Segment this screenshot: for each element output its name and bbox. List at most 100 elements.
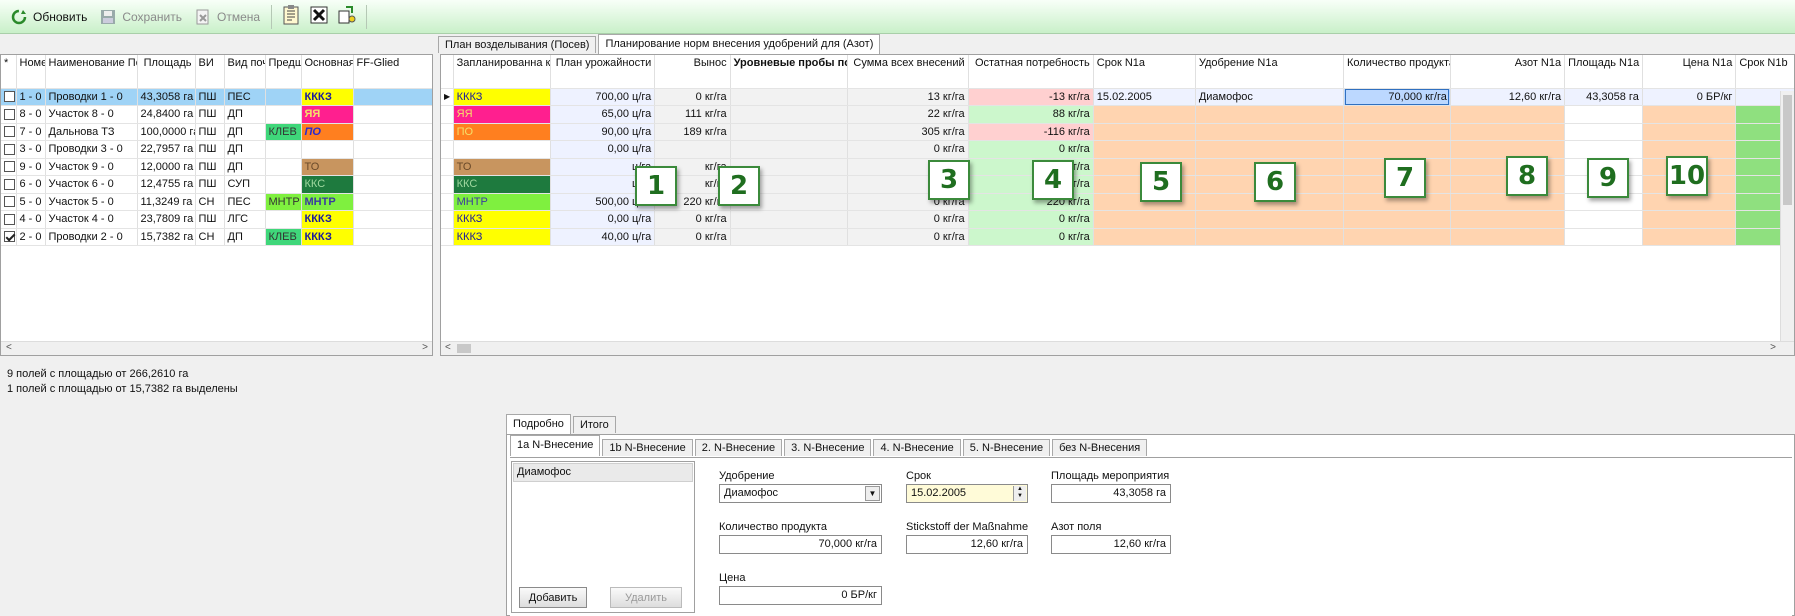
fields-grid-horizontal-scrollbar[interactable]: < > [1, 341, 432, 355]
delete-button[interactable]: Удалить [610, 587, 682, 608]
fertilizer-grid-horizontal-scrollbar[interactable]: < > [441, 341, 1794, 355]
fertilizer-row[interactable]: КККЗ 0,00 ц/га 0 кг/га 0 кг/га 0 кг/га [441, 210, 1794, 229]
fertilizer-col-header[interactable]: Азот N1a [1450, 55, 1566, 89]
field-row[interactable]: 2 - 0 Проводки 2 - 0 15,7382 га СН ДП КЛЕВ ККК… [1, 228, 432, 246]
field-select-cell[interactable] [1, 228, 17, 246]
field-checkbox[interactable] [4, 143, 15, 155]
field-row[interactable]: 7 - 0 Дальнова ТЗ 100,0000 га ПШ ДП КЛЕВ ПО [1, 123, 432, 141]
field-row[interactable]: 8 - 0 Участок 8 - 0 24,8400 га ПШ ДП ЯЯ [1, 105, 432, 124]
fertilizer-col-header[interactable]: Срок N1a [1093, 55, 1196, 89]
fertilizer-col-header[interactable]: Остатная потребность [968, 55, 1094, 89]
fertilizer-n1a[interactable]: Диамофос [1195, 88, 1345, 106]
fertilizer-n1a[interactable] [1195, 123, 1345, 141]
product-qty-n1a[interactable] [1343, 123, 1451, 141]
product-qty-n1a[interactable] [1343, 228, 1451, 246]
horizontal-scroll-thumb[interactable] [457, 344, 471, 353]
fertilizer-n1a[interactable] [1195, 228, 1345, 246]
fertilizer-col-header[interactable]: Удобрение N1a [1195, 55, 1345, 89]
fertilizer-col-header[interactable]: Вынос [654, 55, 731, 89]
date-spinner[interactable]: ▲ ▼ [1013, 486, 1026, 501]
scroll-right-icon[interactable]: > [422, 342, 428, 353]
fertilizer-row[interactable]: ЯЯ 65,00 ц/га 111 кг/га 22 кг/га 88 кг/га [441, 105, 1794, 124]
fertilizer-col-header[interactable]: Срок N1b [1735, 55, 1794, 89]
nitrogen-n1a[interactable] [1450, 228, 1566, 246]
area-n1a[interactable] [1564, 228, 1643, 246]
fertilizer-row[interactable]: КККЗ 40,00 ц/га 0 кг/га 0 кг/га 0 кг/га [441, 228, 1794, 246]
field-checkbox[interactable] [4, 91, 15, 103]
date-n1a[interactable] [1093, 210, 1196, 229]
fertilizer-row[interactable]: ПО 90,00 ц/га 189 кг/га 305 кг/га -116 кг/га [441, 123, 1794, 141]
fertilizer-col-header[interactable]: Количество продукта N1a [1343, 55, 1451, 89]
fertilizer-col-header[interactable]: Уровневые пробы по азоту [730, 55, 849, 89]
scroll-left-icon[interactable]: < [6, 342, 12, 353]
nitrogen-n1a[interactable]: 12,60 кг/га [1450, 88, 1566, 106]
field-checkbox[interactable] [4, 231, 15, 243]
fields-col-header[interactable]: Основная культура [301, 55, 354, 89]
tab-application-7[interactable]: без N-Внесения [1052, 439, 1148, 456]
fields-col-header[interactable]: Предш [265, 55, 302, 89]
fertilizer-col-header[interactable]: Цена N1a [1642, 55, 1737, 89]
save-button[interactable]: Сохранить [93, 4, 188, 30]
tab-application-6[interactable]: 5. N-Внесение [962, 439, 1051, 456]
field-row[interactable]: 4 - 0 Участок 4 - 0 23,7809 га ПШ ЛГС КККЗ [1, 210, 432, 229]
scroll-right-icon[interactable]: > [1770, 342, 1776, 353]
price-n1a[interactable] [1642, 228, 1737, 246]
nitrogen-n1a[interactable] [1450, 123, 1566, 141]
field-checkbox[interactable] [4, 108, 15, 120]
date-n1a[interactable] [1093, 105, 1196, 124]
fertilizer-n1a[interactable] [1195, 105, 1345, 124]
tab-totals[interactable]: Итого [572, 416, 616, 433]
excel-export-button[interactable] [305, 4, 333, 30]
fertilizer-list-item[interactable]: Диамофос [513, 463, 693, 482]
nitrogen-n1a[interactable] [1450, 105, 1566, 124]
field-checkbox[interactable] [4, 196, 15, 208]
fertilizer-n1a[interactable] [1195, 140, 1345, 159]
area-n1a[interactable]: 43,3058 га [1564, 88, 1643, 106]
product-qty-n1a[interactable] [1343, 210, 1451, 229]
chevron-down-icon[interactable]: ▼ [865, 486, 880, 501]
field-checkbox[interactable] [4, 126, 15, 138]
add-button[interactable]: Добавить [519, 587, 587, 608]
field-checkbox[interactable] [4, 161, 15, 173]
area-n1a[interactable] [1564, 105, 1643, 124]
price-n1a[interactable]: 0 БР/кг [1642, 88, 1737, 106]
field-select-cell[interactable] [1, 210, 17, 229]
event-area-field[interactable]: 43,3058 га [1051, 484, 1171, 503]
fertilizer-n1a[interactable] [1195, 210, 1345, 229]
area-n1a[interactable] [1564, 123, 1643, 141]
tab-crop-plan[interactable]: План возделывания (Посев) [438, 36, 597, 53]
fertilizer-col-header[interactable]: План урожайности [550, 55, 656, 89]
scroll-left-icon[interactable]: < [445, 342, 451, 353]
fertilizer-select[interactable]: Диамофос ▼ [719, 484, 882, 503]
refresh-button[interactable]: Обновить [4, 4, 93, 30]
nitrogen-n1a[interactable] [1450, 210, 1566, 229]
field-select-cell[interactable] [1, 105, 17, 124]
field-select-cell[interactable] [1, 158, 17, 176]
field-select-cell[interactable] [1, 175, 17, 194]
fields-col-header[interactable]: Вид почвы [224, 55, 266, 89]
product-qty-n1a[interactable] [1343, 105, 1451, 124]
fertilizer-col-header[interactable]: Площадь N1a [1564, 55, 1643, 89]
report-button[interactable] [277, 4, 305, 30]
product-qty-n1a[interactable]: 70,000 кг/га [1343, 88, 1451, 106]
field-row[interactable]: 6 - 0 Участок 6 - 0 12,4755 га ПШ СУП ККС [1, 175, 432, 194]
settings-button[interactable] [333, 4, 361, 30]
field-row[interactable]: 1 - 0 Проводки 1 - 0 43,3058 га ПШ ПЕС КККЗ [1, 88, 432, 106]
product-qty-field[interactable]: 70,000 кг/га [719, 535, 882, 554]
field-checkbox[interactable] [4, 213, 15, 225]
field-nitrogen-field[interactable]: 12,60 кг/га [1051, 535, 1171, 554]
date-n1a[interactable] [1093, 123, 1196, 141]
price-n1a[interactable] [1642, 123, 1737, 141]
tab-application-1[interactable]: 1a N-Внесение [510, 435, 601, 456]
tab-fertilizer-planning[interactable]: Планирование норм внесения удобрений для… [598, 34, 881, 55]
date-field[interactable]: 15.02.2005 ▲ ▼ [906, 484, 1028, 503]
tab-details[interactable]: Подробно [506, 414, 571, 435]
fields-col-header[interactable]: * [1, 55, 17, 89]
fertilizer-col-header[interactable]: Сумма всех внесений [847, 55, 969, 89]
field-row[interactable]: 3 - 0 Проводки 3 - 0 22,7957 га ПШ ДП [1, 140, 432, 159]
fields-col-header[interactable]: ВИ [195, 55, 225, 89]
fertilizer-row[interactable]: ▶ КККЗ 700,00 ц/га 0 кг/га 13 кг/га -13 кг/га… [441, 88, 1794, 106]
fields-col-header[interactable]: Площадь [137, 55, 196, 89]
tab-application-5[interactable]: 4. N-Внесение [873, 439, 961, 456]
date-n1a[interactable]: 15.02.2005 [1093, 88, 1196, 106]
